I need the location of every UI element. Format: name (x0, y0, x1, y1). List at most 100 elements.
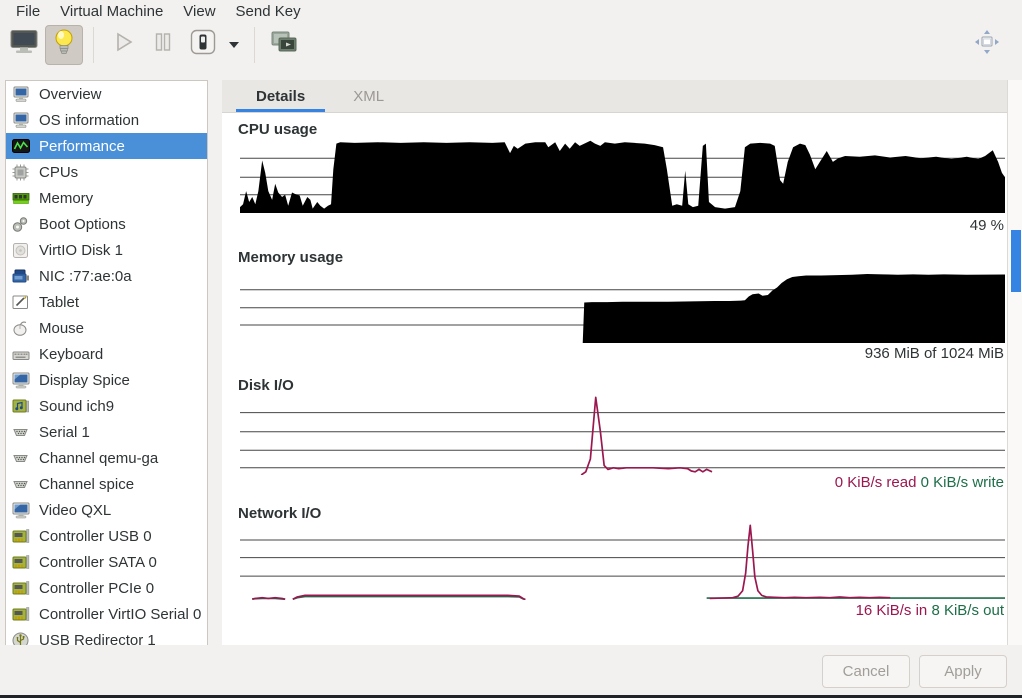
sidebar-item-label: Mouse (39, 320, 84, 337)
serial-icon (11, 449, 30, 468)
disk-icon (11, 241, 30, 260)
sidebar-item-boot-options[interactable]: Boot Options (6, 211, 207, 237)
sidebar-item-label: Memory (39, 190, 93, 207)
sidebar-item-label: Video QXL (39, 502, 111, 519)
sidebar-item-display-spice[interactable]: Display Spice (6, 367, 207, 393)
console-button[interactable] (5, 25, 43, 65)
vertical-scrollbar (1007, 80, 1022, 645)
cpu-usage-value: 49 % (970, 217, 1004, 234)
sidebar-item-label: VirtIO Disk 1 (39, 242, 123, 259)
disk-io-title: Disk I/O (238, 377, 294, 394)
mouse-icon (11, 319, 30, 338)
keyboard-icon (11, 345, 30, 364)
sidebar-item-controller-pcie-0[interactable]: Controller PCIe 0 (6, 575, 207, 601)
tablet-icon (11, 293, 30, 312)
sidebar-item-tablet[interactable]: Tablet (6, 289, 207, 315)
sidebar-item-label: Display Spice (39, 372, 130, 389)
nic-icon (11, 267, 30, 286)
sidebar-item-memory[interactable]: Memory (6, 185, 207, 211)
apply-button[interactable]: Apply (919, 655, 1007, 688)
lightbulb-icon (52, 27, 76, 62)
sidebar-item-label: Controller PCIe 0 (39, 580, 154, 597)
controller-icon (11, 579, 30, 598)
virt-manager-window: File Virtual Machine View Send Key (0, 0, 1022, 698)
controller-icon (11, 553, 30, 572)
sidebar-item-label: Overview (39, 86, 102, 103)
sidebar-item-performance[interactable]: Performance (6, 133, 207, 159)
shutdown-button[interactable] (184, 25, 222, 65)
menu-virtual-machine[interactable]: Virtual Machine (50, 0, 173, 23)
sidebar-item-cpus[interactable]: CPUs (6, 159, 207, 185)
sidebar-item-label: NIC :77:ae:0a (39, 268, 132, 285)
serial-icon (11, 475, 30, 494)
sidebar-item-label: Channel qemu-ga (39, 450, 158, 467)
show-hardware-details-button[interactable] (45, 25, 83, 65)
chart-value-label: 8 KiB/s out (931, 602, 1004, 619)
sidebar-item-video-qxl[interactable]: Video QXL (6, 497, 207, 523)
dual-display-icon (270, 29, 298, 60)
network-io-value: 16 KiB/s in 8 KiB/s out (856, 602, 1004, 619)
chart-value-label: 0 KiB/s write (921, 474, 1004, 491)
sidebar-item-label: Tablet (39, 294, 79, 311)
sidebar-item-label: Controller USB 0 (39, 528, 152, 545)
cpu-usage-chart (240, 140, 1005, 213)
toolbar-separator (93, 27, 94, 63)
toolbar (0, 23, 1022, 66)
sidebar-item-serial-1[interactable]: Serial 1 (6, 419, 207, 445)
sidebar-item-os-information[interactable]: OS information (6, 107, 207, 133)
hardware-list: Overview OS information Performance CPUs Mem… (5, 80, 208, 652)
sidebar-item-controller-sata-0[interactable]: Controller SATA 0 (6, 549, 207, 575)
display-icon (11, 371, 30, 390)
shutdown-icon (188, 27, 218, 62)
menu-view[interactable]: View (173, 0, 225, 23)
chevron-down-icon (228, 36, 240, 54)
fullscreen-button[interactable] (968, 25, 1006, 65)
network-io-chart (240, 523, 1005, 600)
chart-value-label: 49 % (970, 217, 1004, 234)
sidebar-item-overview[interactable]: Overview (6, 81, 207, 107)
scrollbar-thumb[interactable] (1011, 230, 1021, 292)
display-icon (11, 501, 30, 520)
sidebar-item-controller-virtio-serial-0[interactable]: Controller VirtIO Serial 0 (6, 601, 207, 627)
shutdown-menu-button[interactable] (223, 26, 245, 64)
tab-bar: Details XML (222, 80, 1007, 113)
sidebar-item-label: OS information (39, 112, 139, 129)
sidebar-item-nic-77-ae-0a[interactable]: NIC :77:ae:0a (6, 263, 207, 289)
sidebar-item-controller-usb-0[interactable]: Controller USB 0 (6, 523, 207, 549)
toolbar-separator (254, 27, 255, 63)
menu-file[interactable]: File (6, 0, 50, 23)
monitor-icon (9, 29, 39, 60)
controller-icon (11, 605, 30, 624)
sidebar-item-label: CPUs (39, 164, 78, 181)
menu-send-key[interactable]: Send Key (226, 0, 311, 23)
memory-usage-value: 936 MiB of 1024 MiB (865, 345, 1004, 362)
sidebar-item-label: Controller VirtIO Serial 0 (39, 606, 201, 623)
sidebar-item-virtio-disk-1[interactable]: VirtIO Disk 1 (6, 237, 207, 263)
computer-icon (11, 111, 30, 130)
cpu-icon (11, 163, 30, 182)
footer-bar: Cancel Apply (0, 645, 1022, 698)
sidebar-item-label: Performance (39, 138, 125, 155)
disk-io-value: 0 KiB/s read 0 KiB/s write (835, 474, 1004, 491)
sidebar-item-label: Boot Options (39, 216, 126, 233)
snapshots-button[interactable] (265, 25, 303, 65)
details-panel: Details XML CPU usage 49 % Memory usage … (222, 80, 1007, 645)
tab-xml[interactable]: XML (329, 80, 408, 112)
sidebar-item-channel-spice[interactable]: Channel spice (6, 471, 207, 497)
chart-value-label: 16 KiB/s in (856, 602, 928, 619)
run-button[interactable] (104, 25, 142, 65)
sidebar-item-channel-qemu-ga[interactable]: Channel qemu-ga (6, 445, 207, 471)
sidebar-item-sound-ich9[interactable]: Sound ich9 (6, 393, 207, 419)
play-icon (110, 29, 136, 60)
menubar: File Virtual Machine View Send Key (0, 0, 1022, 23)
sidebar-item-label: Serial 1 (39, 424, 90, 441)
sidebar-item-label: Channel spice (39, 476, 134, 493)
tab-details[interactable]: Details (232, 80, 329, 112)
disk-io-chart (240, 395, 1005, 475)
sidebar-item-mouse[interactable]: Mouse (6, 315, 207, 341)
sidebar-item-label: Sound ich9 (39, 398, 114, 415)
pause-button[interactable] (144, 25, 182, 65)
cancel-button[interactable]: Cancel (822, 655, 910, 688)
sidebar-item-keyboard[interactable]: Keyboard (6, 341, 207, 367)
gears-icon (11, 215, 30, 234)
